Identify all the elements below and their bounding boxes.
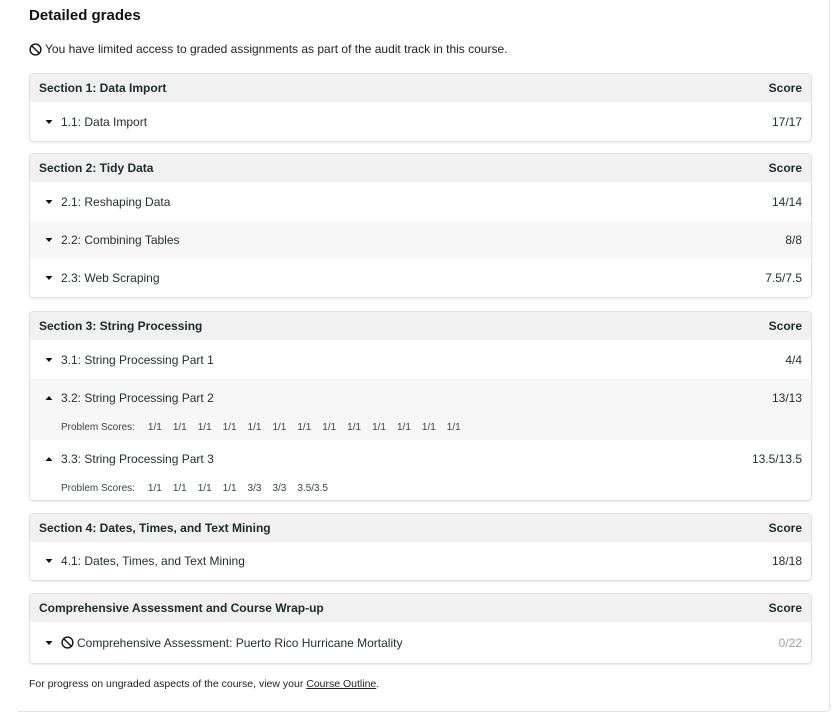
caret-down-icon[interactable]	[44, 273, 54, 283]
problem-score: 1/1	[421, 421, 436, 433]
problem-score: 3/3	[247, 482, 262, 494]
page-title: Detailed grades	[29, 7, 141, 24]
subsection-row[interactable]: 2.2: Combining Tables 8/8	[30, 221, 811, 259]
problem-scores: Problem Scores: 1/1 1/1 1/1 1/1 3/3 3/3 …	[30, 478, 811, 498]
subsection-score: 17/17	[771, 114, 802, 129]
subsection-row[interactable]: 4.1: Dates, Times, and Text Mining 18/18	[30, 542, 811, 580]
problem-scores-label: Problem Scores:	[61, 482, 135, 494]
audit-notice: You have limited access to graded assign…	[29, 42, 507, 56]
problem-score: 1/1	[272, 421, 287, 433]
subsection-expanded: 3.2: String Processing Part 2 13/13 Prob…	[30, 379, 811, 440]
subsection-row[interactable]: Comprehensive Assessment: Puerto Rico Hu…	[30, 622, 811, 663]
caret-down-icon[interactable]	[44, 556, 54, 566]
score-header: Score	[768, 319, 802, 333]
problem-score: 1/1	[347, 421, 362, 433]
subsection-row[interactable]: 3.3: String Processing Part 3 13.5/13.5	[30, 440, 811, 478]
subsection-label: 2.3: Web Scraping	[61, 271, 160, 285]
caret-down-icon[interactable]	[44, 197, 54, 207]
subsection-score: 0/22	[778, 635, 802, 650]
caret-down-icon[interactable]	[44, 117, 54, 127]
problem-score: 1/1	[197, 421, 212, 433]
section-header: Section 4: Dates, Times, and Text Mining…	[30, 514, 811, 542]
subsection-row[interactable]: 3.1: String Processing Part 1 4/4	[30, 340, 811, 379]
problem-scores-label: Problem Scores:	[61, 421, 135, 433]
section-4: Section 4: Dates, Times, and Text Mining…	[29, 513, 812, 581]
problem-score: 1/1	[396, 421, 411, 433]
subsection-label: 4.1: Dates, Times, and Text Mining	[61, 554, 245, 568]
subsection-row[interactable]: 3.2: String Processing Part 2 13/13	[30, 379, 811, 417]
subsection-label: 1.1: Data Import	[61, 114, 148, 129]
problem-score: 1/1	[172, 482, 187, 494]
section-2: Section 2: Tidy Data Score 2.1: Reshapin…	[29, 153, 812, 298]
footer-note: For progress on ungraded aspects of the …	[29, 678, 379, 690]
problem-score: 3/3	[272, 482, 287, 494]
score-header: Score	[768, 161, 802, 175]
ban-icon	[61, 636, 74, 649]
subsection-score: 13.5/13.5	[751, 452, 802, 466]
section-header: Section 3: String Processing Score	[30, 312, 811, 340]
subsection-row[interactable]: 2.1: Reshaping Data 14/14	[30, 182, 811, 221]
section-header: Comprehensive Assessment and Course Wrap…	[30, 594, 811, 622]
subsection-score: 13/13	[771, 391, 802, 405]
section-title: Section 1: Data Import	[39, 81, 167, 95]
subsection-row[interactable]: 2.3: Web Scraping 7.5/7.5	[30, 259, 811, 297]
problem-score: 1/1	[446, 421, 461, 433]
score-header: Score	[768, 521, 802, 535]
problem-scores: Problem Scores: 1/1 1/1 1/1 1/1 1/1 1/1 …	[30, 417, 811, 437]
caret-up-icon[interactable]	[44, 454, 54, 464]
ban-icon	[29, 42, 42, 56]
course-outline-link[interactable]: Course Outline	[306, 678, 376, 690]
problem-score: 1/1	[222, 421, 237, 433]
subsection-score: 4/4	[785, 352, 802, 367]
problem-score: 1/1	[322, 421, 337, 433]
subsection-label: 3.2: String Processing Part 2	[61, 391, 214, 405]
score-header: Score	[768, 601, 802, 615]
subsection-label: 3.3: String Processing Part 3	[61, 452, 214, 466]
subsection-score: 14/14	[771, 194, 802, 209]
caret-up-icon[interactable]	[44, 393, 54, 403]
section-1: Section 1: Data Import Score 1.1: Data I…	[29, 73, 812, 142]
subsection-score: 8/8	[785, 233, 802, 247]
problem-score: 1/1	[147, 482, 162, 494]
subsection-expanded: 3.3: String Processing Part 3 13.5/13.5 …	[30, 440, 811, 500]
subsection-label: 2.2: Combining Tables	[61, 233, 180, 247]
section-title: Comprehensive Assessment and Course Wrap…	[39, 601, 324, 615]
section-header: Section 1: Data Import Score	[30, 74, 811, 102]
problem-score: 1/1	[222, 482, 237, 494]
problem-score: 1/1	[297, 421, 312, 433]
detailed-grades-panel: Detailed grades You have limited access …	[18, 0, 830, 712]
problem-score: 3.5/3.5	[297, 482, 328, 494]
problem-score: 1/1	[197, 482, 212, 494]
problem-score: 1/1	[147, 421, 162, 433]
footer-period: .	[376, 678, 380, 690]
caret-down-icon[interactable]	[44, 638, 54, 648]
section-title: Section 4: Dates, Times, and Text Mining	[39, 521, 271, 535]
audit-notice-text: You have limited access to graded assign…	[45, 42, 508, 56]
footer-text: For progress on ungraded aspects of the …	[29, 678, 307, 690]
problem-score: 1/1	[172, 421, 187, 433]
section-3: Section 3: String Processing Score 3.1: …	[29, 311, 812, 501]
subsection-label: 3.1: String Processing Part 1	[61, 352, 214, 367]
section-header: Section 2: Tidy Data Score	[30, 154, 811, 182]
section-title: Section 2: Tidy Data	[39, 161, 154, 175]
score-header: Score	[768, 81, 802, 95]
subsection-label: Comprehensive Assessment: Puerto Rico Hu…	[77, 635, 403, 650]
caret-down-icon[interactable]	[44, 235, 54, 245]
subsection-score: 7.5/7.5	[765, 271, 802, 285]
subsection-row[interactable]: 1.1: Data Import 17/17	[30, 102, 811, 141]
problem-score: 1/1	[247, 421, 262, 433]
caret-down-icon[interactable]	[44, 355, 54, 365]
section-5: Comprehensive Assessment and Course Wrap…	[29, 593, 812, 664]
subsection-score: 18/18	[771, 554, 802, 568]
section-title: Section 3: String Processing	[39, 319, 203, 333]
subsection-label: 2.1: Reshaping Data	[61, 194, 171, 209]
problem-score: 1/1	[372, 421, 386, 433]
